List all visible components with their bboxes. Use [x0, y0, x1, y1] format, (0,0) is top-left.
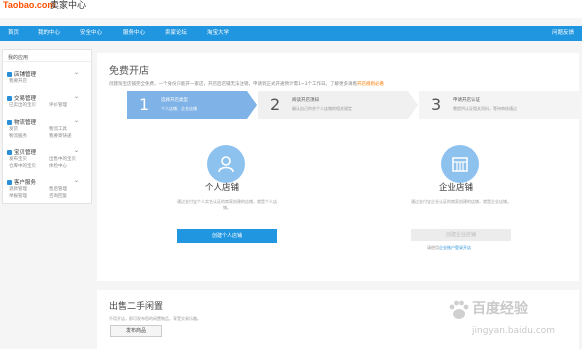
taobao-logo[interactable]: Taobao.com: [3, 0, 55, 10]
sidebar-link[interactable]: 发货: [9, 126, 18, 132]
sidebar-link[interactable]: 物流服务: [9, 133, 27, 139]
sidebar-link[interactable]: 售后管理: [49, 186, 67, 192]
step-desc: 需提供认证相关资料，等待审核通过: [453, 106, 517, 111]
intro-text: 创建淘宝店铺完全免费，一个身份只能开一家店，开店后店铺无法注销，申请到正式开通预…: [109, 82, 384, 87]
chevron-down-icon[interactable]: ⌄: [74, 177, 79, 184]
truck-icon: [7, 120, 12, 125]
step-desc: 个人店铺、企业店铺: [161, 106, 197, 111]
box-icon: [7, 150, 12, 155]
enterprise-shop-desc: 通过支付宝企业认证的商家创建的店铺，就是企业店铺。: [411, 199, 511, 204]
sidebar-link[interactable]: 出售中的宝贝: [49, 156, 76, 162]
sidebar-link[interactable]: 退款管理: [9, 186, 27, 192]
step-number: 1: [139, 95, 150, 114]
nav-item-service[interactable]: 服务中心: [123, 26, 145, 41]
publish-item-button[interactable]: 发布商品: [110, 325, 162, 337]
trade-icon: [7, 96, 12, 101]
sidebar-link[interactable]: 我要寄快递: [49, 133, 72, 139]
chevron-down-icon[interactable]: ⌄: [74, 117, 79, 124]
top-bar: Taobao.com 卖家中心: [0, 0, 582, 18]
headset-icon: [7, 180, 12, 185]
enterprise-login-link[interactable]: 企业账户登录开店: [439, 245, 471, 250]
sidebar-link[interactable]: 咨询回复: [49, 193, 67, 199]
chevron-down-icon[interactable]: ⌄: [74, 69, 79, 76]
personal-shop-desc: 通过支付宝个人实名认证的商家创建的店铺，就是个人店铺。: [177, 199, 277, 210]
person-icon: [207, 145, 245, 183]
sidebar-group-title[interactable]: 物流管理: [7, 118, 36, 126]
step-title: 阅读开店须知: [292, 98, 319, 103]
sidebar-group-title[interactable]: 交易管理: [7, 94, 36, 102]
step-number: 3: [431, 95, 442, 114]
step-desc: 确认自己符合个人店铺的相关规定: [292, 106, 352, 111]
sidebar-link[interactable]: 仓库中的宝贝: [9, 163, 36, 169]
nav-item-security[interactable]: 安全中心: [80, 26, 102, 41]
nav-item-my-center[interactable]: 我的中心: [38, 26, 60, 41]
chevron-down-icon[interactable]: ⌄: [74, 147, 79, 154]
sidebar-header: 我的应用: [3, 50, 91, 62]
building-icon: [441, 145, 479, 183]
feedback-link[interactable]: 问题反馈: [552, 26, 574, 41]
step-3: 3 申请开店认证 需提供认证相关资料，等待审核通过: [419, 91, 579, 119]
step-1: 1 选择开店类型 个人店铺、企业店铺: [127, 91, 257, 119]
watermark-text: 百度经验: [472, 301, 528, 317]
sell-used-title: 出售二手闲置: [109, 302, 164, 312]
watermark: 百度经验 jingyan.baidu.com: [448, 296, 578, 346]
open-shop-panel: 免费开店 创建淘宝店铺完全免费，一个身份只能开一家店，开店后店铺无法注销，申请到…: [97, 53, 579, 281]
sidebar-link[interactable]: 物流工具: [49, 126, 67, 132]
personal-shop-title: 个人店铺: [205, 183, 240, 193]
page-title: 免费开店: [109, 66, 149, 77]
sidebar-link[interactable]: 发布宝贝: [9, 156, 27, 162]
sidebar-link[interactable]: 评价管理: [49, 102, 67, 108]
sidebar-group-title[interactable]: 店铺管理: [7, 70, 36, 78]
step-title: 选择开店类型: [161, 98, 188, 103]
watermark-url: jingyan.baidu.com: [472, 326, 556, 336]
sidebar-group-title[interactable]: 宝贝管理: [7, 148, 36, 156]
sidebar: 我的应用 店铺管理 ⌄ 我要开店 交易管理 ⌄ 已卖出的宝贝 评价管理 物流管理…: [2, 49, 92, 204]
enterprise-login-hint: 请使用企业账户登录开店: [427, 245, 471, 250]
nav-item-home[interactable]: 首页: [8, 26, 19, 41]
rules-link[interactable]: 开店规则必看: [357, 82, 384, 87]
sell-used-desc: 不用开店，即可发布您的闲置物品，享受交易乐趣。: [109, 316, 201, 321]
create-personal-shop-button[interactable]: 创建个人店铺: [177, 229, 277, 243]
nav-item-university[interactable]: 淘宝大学: [207, 26, 229, 41]
sidebar-link[interactable]: 体检中心: [49, 163, 67, 169]
step-2: 2 阅读开店须知 确认自己符合个人店铺的相关规定: [258, 91, 418, 119]
seller-center-title: 卖家中心: [50, 1, 87, 11]
step-progress: 1 选择开店类型 个人店铺、企业店铺 2 阅读开店须知 确认自己符合个人店铺的相…: [127, 91, 579, 119]
enterprise-shop-title: 企业店铺: [439, 183, 474, 193]
step-title: 申请开店认证: [453, 98, 480, 103]
sidebar-link[interactable]: 已卖出的宝贝: [9, 102, 36, 108]
step-number: 2: [270, 95, 281, 114]
main-nav: 首页 我的中心 安全中心 服务中心 卖家论坛 淘宝大学 问题反馈: [0, 26, 582, 41]
chevron-down-icon[interactable]: ⌄: [74, 93, 79, 100]
paw-icon: [449, 300, 469, 319]
sidebar-link[interactable]: 我要开店: [9, 78, 27, 84]
create-enterprise-shop-button[interactable]: 创建企业店铺: [411, 229, 511, 241]
nav-item-forum[interactable]: 卖家论坛: [165, 26, 187, 41]
sidebar-group-title[interactable]: 客户服务: [7, 178, 36, 186]
shop-icon: [7, 72, 12, 77]
sidebar-link[interactable]: 举报管理: [9, 193, 27, 199]
